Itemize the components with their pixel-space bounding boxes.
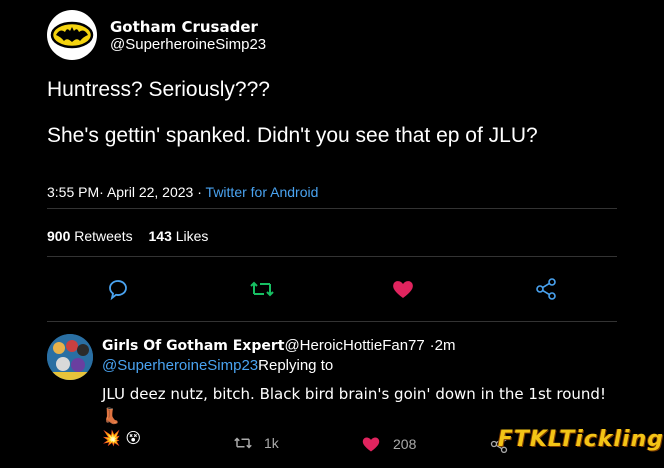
reply-retweet-button[interactable]: 1k xyxy=(232,434,279,452)
tweet-meta-separator: · xyxy=(197,184,202,200)
reply-like-button[interactable]: 208 xyxy=(361,434,416,454)
likes-stat[interactable]: 143 Likes xyxy=(149,228,209,244)
speech-bubble-icon xyxy=(109,280,127,301)
divider xyxy=(47,321,617,322)
reply-author-handle[interactable]: @HeroicHottieFan77 xyxy=(284,337,424,354)
tweet-client-link[interactable]: Twitter for Android xyxy=(206,184,319,200)
tweet-time: 3:55 PM xyxy=(47,184,100,200)
share-button[interactable] xyxy=(534,277,558,301)
likes-label: Likes xyxy=(175,228,209,244)
tweet-meta: 3:55 PM· April 22, 2023 · Twitter for An… xyxy=(47,184,318,200)
author-name[interactable]: Gotham Crusader xyxy=(110,18,258,36)
group-avatar-icon xyxy=(47,334,93,380)
reply-text-line: JLU deez nutz, bitch. Black bird brain's… xyxy=(102,385,606,425)
heart-icon xyxy=(362,437,380,452)
retweet-icon xyxy=(234,437,252,449)
watermark-logo: FTKLTickling xyxy=(497,427,664,452)
tweet-date: April 22, 2023 xyxy=(106,184,194,200)
divider xyxy=(47,256,617,257)
replying-to-label: Replying to xyxy=(258,357,334,374)
share-icon xyxy=(536,278,556,300)
like-button[interactable] xyxy=(391,277,415,301)
heart-icon xyxy=(393,281,413,298)
reply-author-avatar[interactable] xyxy=(47,334,93,380)
author-avatar[interactable] xyxy=(47,10,97,60)
likes-count: 143 xyxy=(148,228,172,244)
reply-context: @SuperheroineSimp23Replying to xyxy=(102,357,333,374)
retweets-stat[interactable]: 900 Retweets xyxy=(47,228,133,244)
reply-button[interactable] xyxy=(106,277,130,301)
reply-age: ·2m xyxy=(429,337,456,354)
tweet-text-line-1: Huntress? Seriously??? xyxy=(47,78,270,101)
tweet-meta-separator: · xyxy=(99,184,104,200)
retweet-icon xyxy=(250,281,274,297)
bat-logo-icon xyxy=(50,21,94,49)
replying-to-mention[interactable]: @SuperheroineSimp23 xyxy=(102,357,258,374)
retweets-count: 900 xyxy=(47,228,71,244)
tweet-stats: 900 Retweets 143 Likes xyxy=(47,228,208,244)
tweet-text-line-2: She's gettin' spanked. Didn't you see th… xyxy=(47,124,538,147)
reply-like-count: 208 xyxy=(393,436,417,452)
divider xyxy=(47,208,617,209)
retweets-label: Retweets xyxy=(74,228,133,244)
reply-author-name[interactable]: Girls Of Gotham Expert xyxy=(102,338,284,354)
reply-retweet-count: 1k xyxy=(264,435,279,451)
retweet-button[interactable] xyxy=(249,277,275,301)
reply-header: Girls Of Gotham Expert@HeroicHottieFan77… xyxy=(102,337,455,354)
author-handle[interactable]: @SuperheroineSimp23 xyxy=(110,36,266,53)
